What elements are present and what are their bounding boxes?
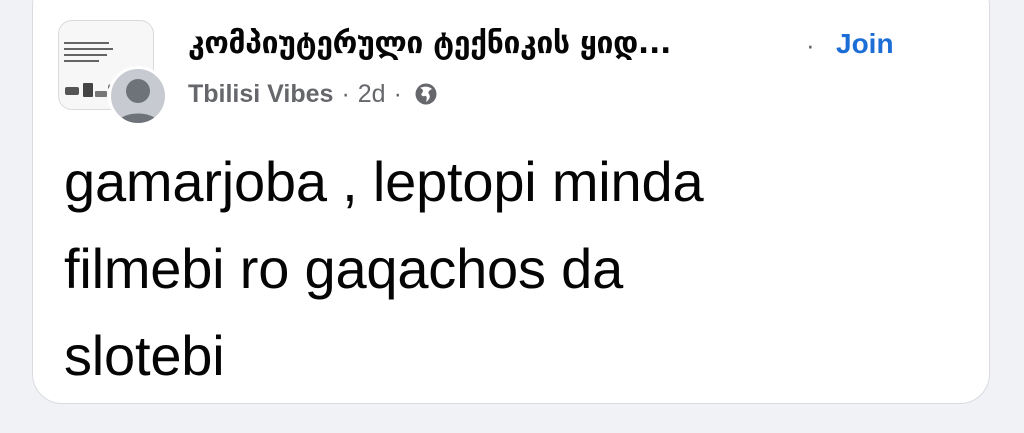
- post-body: gamarjoba , leptopi minda filmebi ro gaq…: [64, 138, 964, 399]
- author-name[interactable]: Tbilisi Vibes: [188, 80, 333, 109]
- post-text-line: gamarjoba , leptopi minda: [64, 150, 704, 213]
- meta-separator: ·: [393, 79, 402, 108]
- post-text-line: slotebi: [64, 324, 225, 387]
- post-avatars: [58, 20, 168, 126]
- globe-icon: [414, 82, 438, 106]
- post-text-line: filmebi ro gaqachos da: [64, 237, 624, 300]
- group-name-link[interactable]: კომპიუტერული ტექნიკის ყიდ...: [188, 26, 671, 61]
- post-meta: Tbilisi Vibes · 2d ·: [188, 78, 438, 110]
- join-button[interactable]: Join: [836, 28, 894, 60]
- header-separator: ·: [806, 30, 815, 60]
- post-timestamp[interactable]: 2d: [358, 80, 386, 109]
- default-profile-icon: [116, 79, 160, 123]
- user-avatar[interactable]: [108, 66, 168, 126]
- meta-separator: ·: [341, 79, 350, 108]
